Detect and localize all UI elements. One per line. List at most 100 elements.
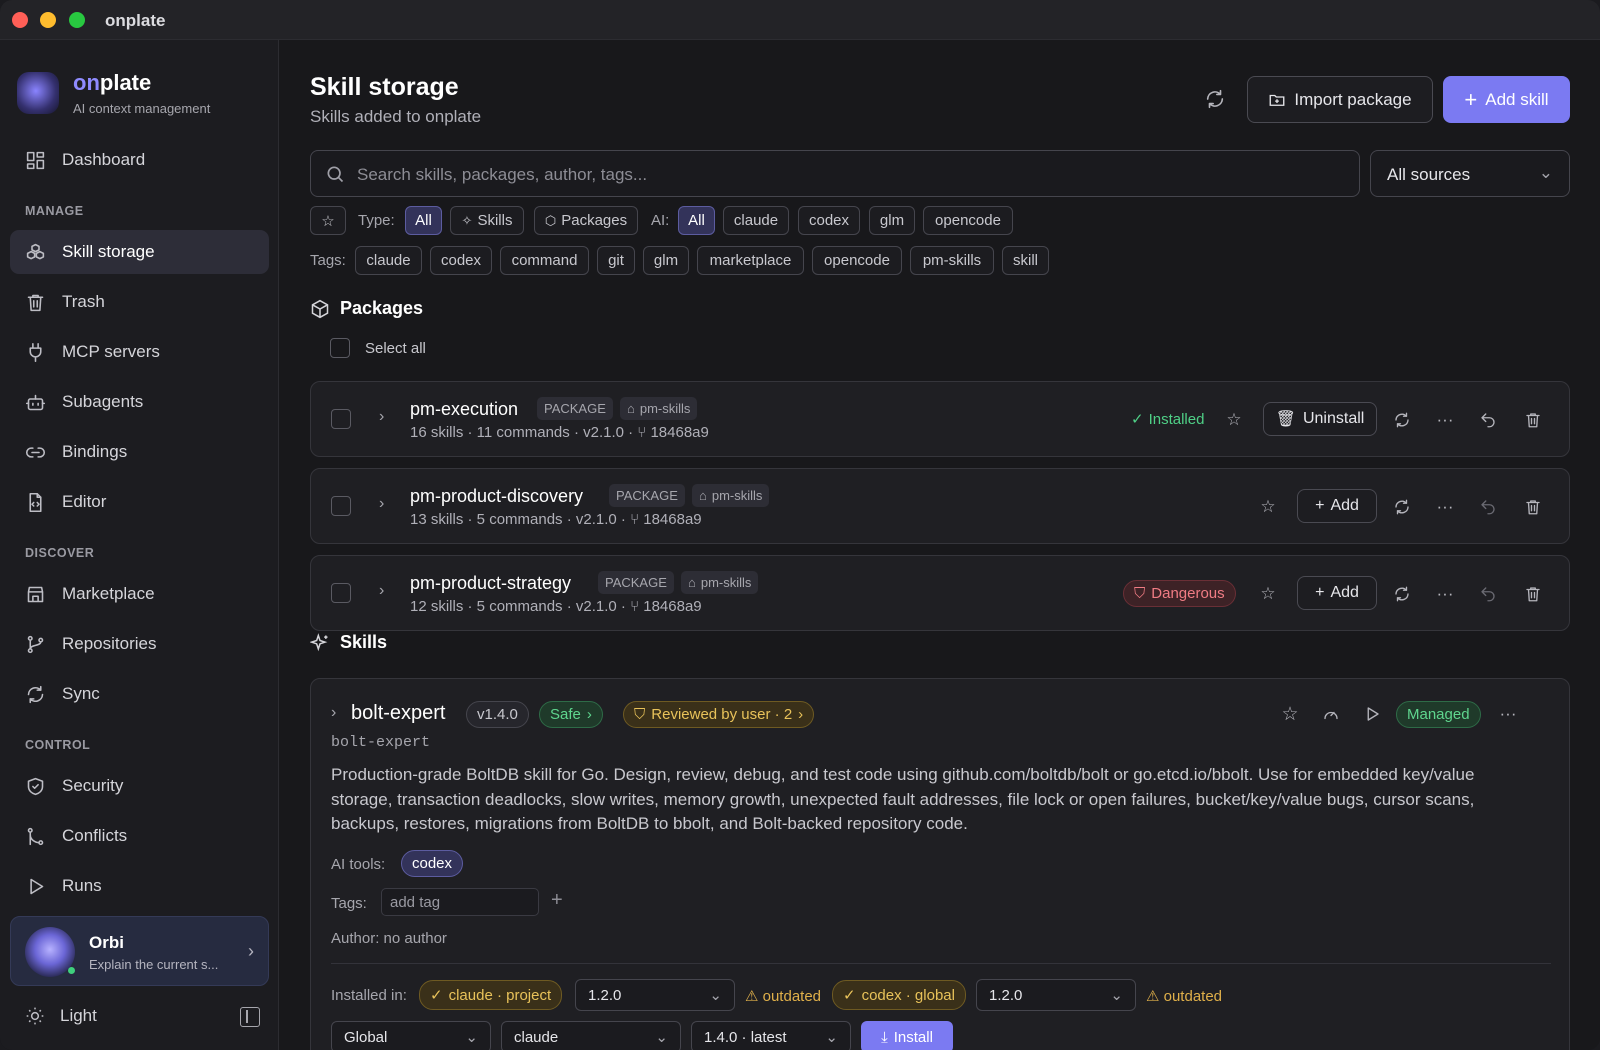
ai-filter-codex[interactable]: codex	[798, 206, 860, 235]
type-filter-all[interactable]: All	[405, 206, 442, 235]
add-tag-button[interactable]: +	[551, 889, 563, 912]
sidebar-item-sync[interactable]: Sync	[10, 672, 269, 716]
undo-button[interactable]	[1477, 583, 1499, 605]
tag-filter-chip[interactable]: codex	[430, 246, 492, 275]
sidebar-item-bindings[interactable]: Bindings	[10, 430, 269, 474]
package-checkbox[interactable]	[331, 583, 351, 603]
favorites-filter[interactable]: ☆	[310, 206, 346, 235]
gauge-button[interactable]	[1320, 703, 1342, 725]
package-meta: 12 skills · 5 commands · v2.1.0 · ⑂ 1846…	[410, 598, 702, 615]
more-options-button[interactable]: ···	[1434, 583, 1456, 605]
reviewed-badge[interactable]: ⛉ Reviewed by user · 2 ›	[623, 701, 815, 728]
add-tag-input[interactable]: add tag	[381, 888, 539, 916]
ai-filter-claude[interactable]: claude	[723, 206, 789, 235]
version-select[interactable]: 1.4.0 · latest ⌄	[691, 1021, 851, 1050]
sidebar-item-security[interactable]: Security	[10, 764, 269, 808]
sidebar-item-conflicts[interactable]: Conflicts	[10, 814, 269, 858]
warning-icon: ⚠	[1146, 988, 1160, 1005]
chevron-right-icon[interactable]: ›	[379, 495, 384, 513]
package-checkbox[interactable]	[331, 409, 351, 429]
uninstall-button[interactable]: 🗑 Uninstall	[1263, 402, 1377, 436]
sidebar-item-repositories[interactable]: Repositories	[10, 622, 269, 666]
tool-select[interactable]: claude ⌄	[501, 1021, 681, 1050]
sidebar-item-runs[interactable]: Runs	[10, 864, 269, 908]
tag-filter-chip[interactable]: glm	[643, 246, 689, 275]
search-input[interactable]: Search skills, packages, author, tags...	[310, 150, 1360, 197]
divider	[331, 963, 1551, 964]
git-branch-icon	[27, 635, 44, 653]
installed-version-select[interactable]: 1.2.0 ⌄	[575, 979, 735, 1011]
add-skill-button[interactable]: + Add skill	[1443, 76, 1570, 123]
install-location-chip[interactable]: ✓ claude · project	[419, 980, 563, 1010]
safe-badge[interactable]: Safe ›	[539, 701, 603, 728]
ai-filter-opencode[interactable]: opencode	[923, 206, 1013, 235]
link-icon	[25, 446, 46, 458]
tag-filter-chip[interactable]: skill	[1002, 246, 1049, 275]
package-name: pm-product-strategy	[410, 573, 572, 593]
package-row: › pm-execution PACKAGE ⌂ pm-skills 16 ski…	[310, 381, 1570, 457]
add-package-button[interactable]: + Add	[1297, 576, 1377, 610]
select-all-checkbox[interactable]	[330, 338, 350, 358]
close-window-button[interactable]	[12, 12, 28, 28]
plus-icon: +	[1464, 86, 1478, 112]
package-checkbox[interactable]	[331, 496, 351, 516]
sidebar-item-trash[interactable]: Trash	[10, 280, 269, 324]
theme-toggle[interactable]: Light	[25, 1006, 97, 1026]
add-package-button[interactable]: + Add	[1297, 489, 1377, 523]
type-filter-skills[interactable]: ✧ Skills	[450, 206, 524, 235]
tag-filter-chip[interactable]: git	[597, 246, 635, 275]
file-code-icon	[29, 492, 42, 512]
more-options-button[interactable]: ···	[1434, 409, 1456, 431]
chevron-right-icon[interactable]: ›	[331, 704, 336, 722]
install-location-chip[interactable]: ✓ codex · global	[832, 980, 966, 1010]
update-button[interactable]	[1391, 583, 1413, 605]
ai-filter-all[interactable]: All	[678, 206, 715, 235]
check-icon: ✓	[430, 987, 443, 1004]
orbi-assistant-card[interactable]: Orbi Explain the current s... ›	[10, 916, 269, 986]
sync-icon	[27, 685, 44, 703]
sidebar-item-dashboard[interactable]: Dashboard	[10, 138, 269, 182]
chevron-right-icon[interactable]: ›	[379, 582, 384, 600]
tag-filter-chip[interactable]: pm-skills	[910, 246, 994, 275]
tag-filter-chip[interactable]: opencode	[812, 246, 902, 275]
run-button[interactable]	[1361, 703, 1383, 725]
tag-filter-chip[interactable]: marketplace	[697, 246, 804, 275]
favorite-button[interactable]: ☆	[1279, 703, 1301, 725]
import-package-button[interactable]: Import package	[1247, 76, 1433, 123]
install-button[interactable]: ⤓ Install	[861, 1021, 953, 1050]
favorite-button[interactable]: ☆	[1257, 496, 1279, 518]
ai-filter-glm[interactable]: glm	[869, 206, 915, 235]
ai-tool-chip[interactable]: codex	[401, 850, 464, 877]
delete-button[interactable]	[1522, 496, 1544, 518]
undo-icon	[1481, 587, 1495, 602]
sidebar-item-skill-storage[interactable]: Skill storage	[10, 230, 269, 274]
delete-button[interactable]	[1522, 583, 1544, 605]
chevron-right-icon[interactable]: ›	[379, 408, 384, 426]
sidebar-item-marketplace[interactable]: Marketplace	[10, 572, 269, 616]
type-filter-packages[interactable]: ⬡ Packages	[534, 206, 638, 235]
delete-button[interactable]	[1522, 409, 1544, 431]
sidebar-item-editor[interactable]: Editor	[10, 480, 269, 524]
collapse-sidebar-icon[interactable]	[240, 1007, 260, 1027]
refresh-button[interactable]	[1204, 88, 1226, 110]
scope-select[interactable]: Global ⌄	[331, 1021, 491, 1050]
update-button[interactable]	[1391, 496, 1413, 518]
tag-filter-chip[interactable]: claude	[355, 246, 422, 275]
sidebar-item-subagents[interactable]: Subagents	[10, 380, 269, 424]
source-select[interactable]: All sources ⌄	[1370, 150, 1570, 197]
sidebar-item-mcp-servers[interactable]: MCP servers	[10, 330, 269, 374]
favorite-button[interactable]: ☆	[1223, 409, 1245, 431]
more-options-button[interactable]: ···	[1434, 496, 1456, 518]
minimize-window-button[interactable]	[40, 12, 56, 28]
maximize-window-button[interactable]	[69, 12, 85, 28]
sidebar-item-label: MCP servers	[62, 342, 160, 361]
undo-button[interactable]	[1477, 409, 1499, 431]
update-button[interactable]	[1391, 409, 1413, 431]
more-options-button[interactable]: ···	[1497, 703, 1519, 725]
installed-version-select[interactable]: 1.2.0 ⌄	[976, 979, 1136, 1011]
favorite-button[interactable]: ☆	[1257, 583, 1279, 605]
tag-filter-chip[interactable]: command	[500, 246, 589, 275]
sidebar-item-label: Dashboard	[62, 150, 146, 169]
undo-button[interactable]	[1477, 496, 1499, 518]
star-icon: ☆	[1260, 584, 1276, 603]
